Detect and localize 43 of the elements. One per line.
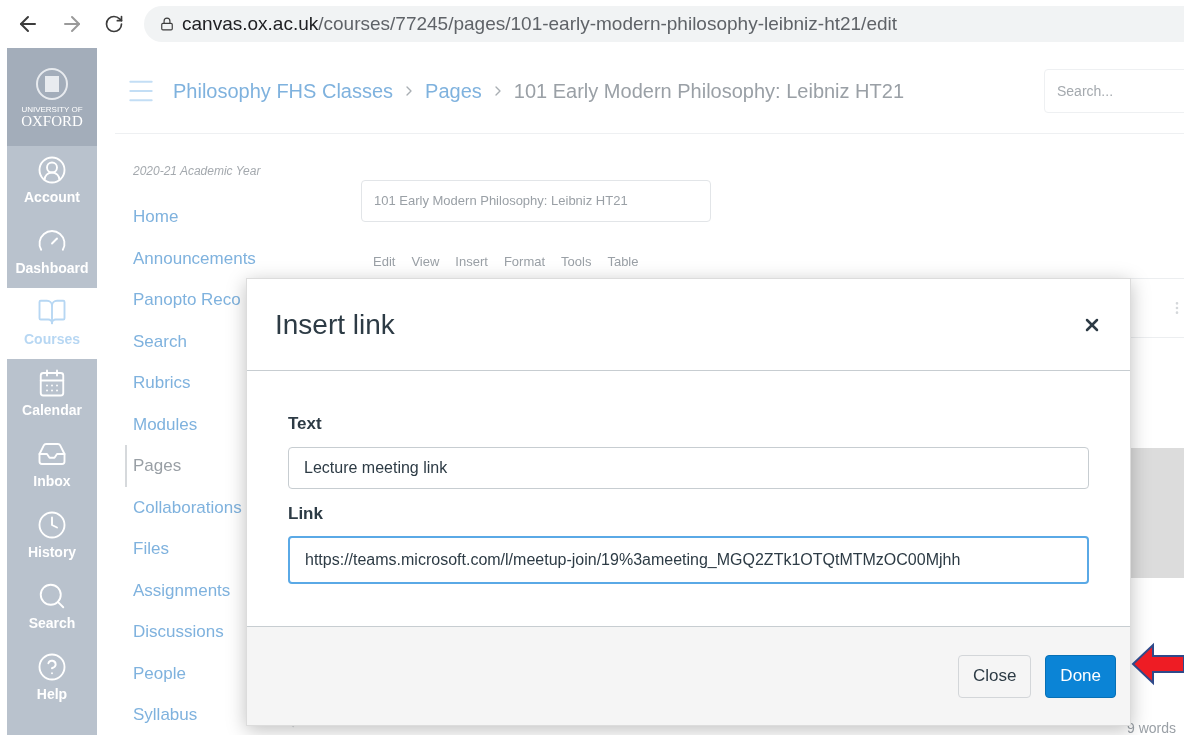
editor-menu-item[interactable]: Edit xyxy=(373,252,396,272)
input-field[interactable]: https://teams.microsoft.com/l/meetup-join/19%3ameeting_MGQ2ZTk1OTQtMTMzOC00Mjhh xyxy=(288,536,1089,584)
crest-icon xyxy=(35,65,69,102)
search-icon xyxy=(37,581,67,611)
url-text: canvas.ox.ac.uk/courses/77245/pages/101-early-modern-philosophy-leibniz-ht21/edit xyxy=(182,11,898,36)
breadcrumb-link[interactable]: Pages xyxy=(425,75,482,106)
nav-item[interactable]: Search xyxy=(7,572,97,643)
help-icon xyxy=(37,652,67,682)
nav-item[interactable]: Courses xyxy=(7,288,97,359)
editor-menu-item[interactable]: Format xyxy=(503,252,546,272)
close-button[interactable]: Close xyxy=(957,654,1032,698)
editor-menu-item[interactable]: Table xyxy=(607,252,639,272)
dialog-title: Insert link xyxy=(275,307,395,342)
search-field[interactable]: Search... xyxy=(1044,68,1184,113)
arrow-annotation xyxy=(1131,642,1184,686)
breadcrumb-link[interactable]: Philosophy FHS Classes xyxy=(173,75,394,106)
done-button[interactable]: Done xyxy=(1045,654,1116,698)
breadcrumb-current: 101 Early Modern Philosophy: Leibniz HT21 xyxy=(513,78,905,104)
editor-menu-item[interactable]: Insert xyxy=(455,252,488,272)
address-bar[interactable]: canvas.ox.ac.uk/courses/77245/pages/101-early-modern-philosophy-leibniz-ht21/edit xyxy=(144,6,1184,42)
field-label: Link xyxy=(288,502,324,525)
course-nav-link[interactable]: Home xyxy=(125,196,355,238)
calendar-icon xyxy=(37,368,67,398)
nav-item[interactable]: Dashboard xyxy=(7,217,97,288)
term-label: 2020-21 Academic Year xyxy=(132,163,262,180)
clock-icon xyxy=(37,510,67,540)
logo-wordmark: OXFORD xyxy=(21,113,83,129)
user-icon xyxy=(37,155,67,185)
logo-caption: UNIVERSITY OF xyxy=(21,105,83,114)
nav-item[interactable]: Account xyxy=(7,146,97,217)
nav-item[interactable]: Calendar xyxy=(7,359,97,430)
nav-item[interactable]: Inbox xyxy=(7,430,97,501)
nav-item[interactable]: Help xyxy=(7,643,97,714)
page-title-field[interactable]: 101 Early Modern Philosophy: Leibniz HT21 xyxy=(361,180,711,222)
lock-icon xyxy=(160,17,174,31)
input-field[interactable]: Lecture meeting link xyxy=(288,446,1089,489)
book-icon xyxy=(37,297,67,327)
nav-item[interactable]: History xyxy=(7,501,97,572)
field-label: Text xyxy=(288,413,323,435)
reload-icon[interactable] xyxy=(104,14,124,34)
editor-menu-item[interactable]: View xyxy=(411,252,440,272)
editor-menu-item[interactable]: Tools xyxy=(561,252,592,272)
course-nav-link[interactable]: Announcements xyxy=(125,237,355,279)
